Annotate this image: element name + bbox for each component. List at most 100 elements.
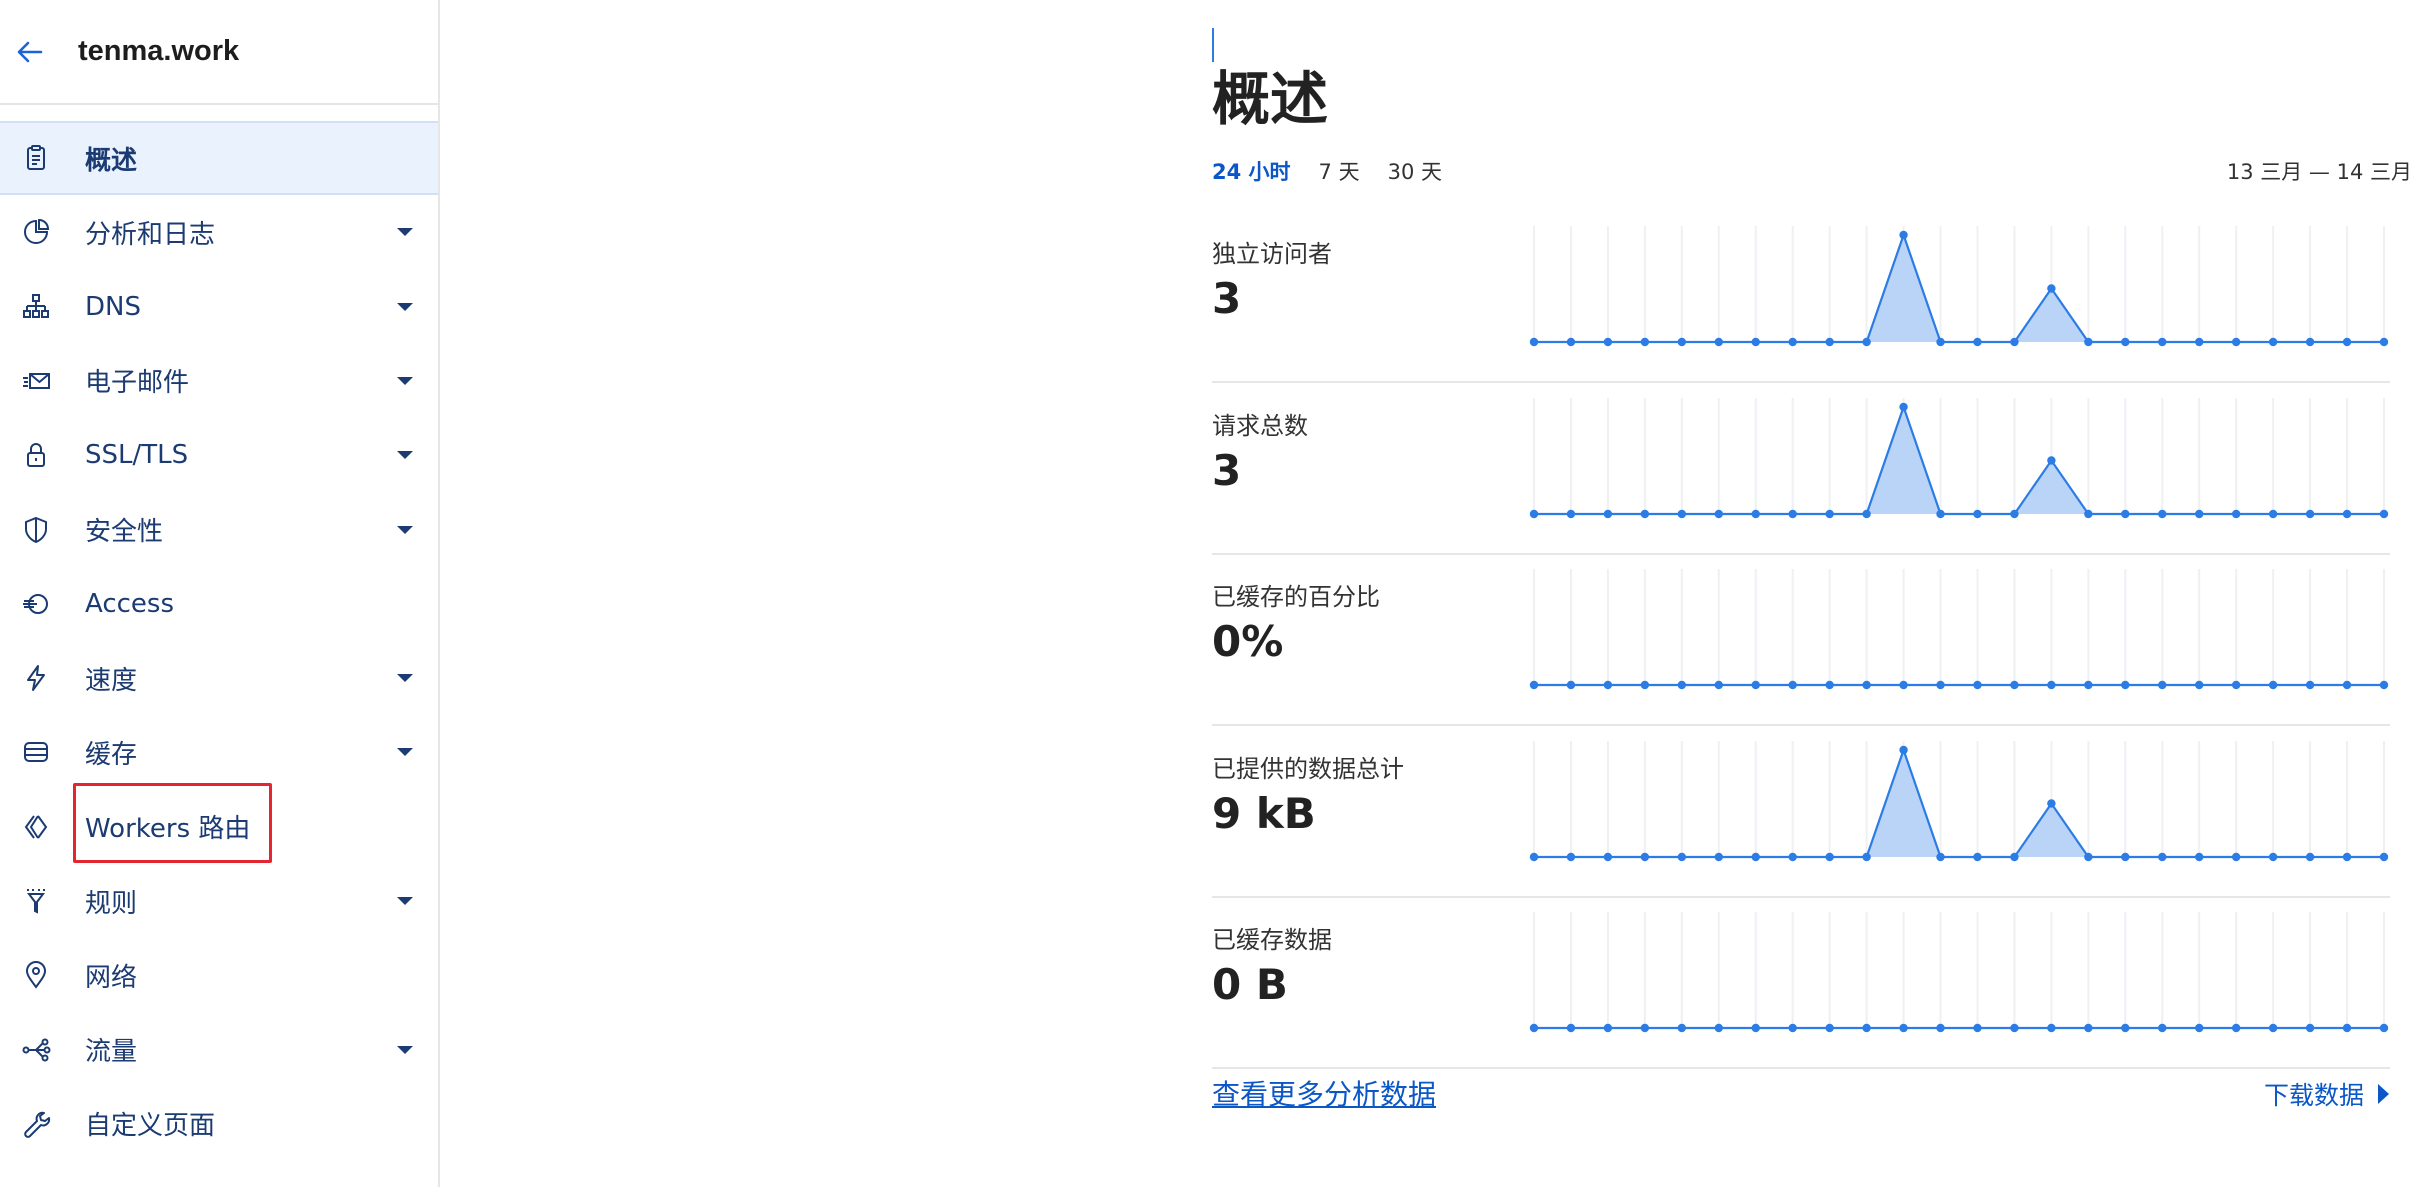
chart-point xyxy=(1788,337,1797,347)
chart-point xyxy=(2342,1023,2352,1033)
chart-point xyxy=(1603,509,1613,518)
chevron-down-icon[interactable] xyxy=(397,674,413,683)
chart-point xyxy=(1862,1023,1871,1033)
back-button[interactable] xyxy=(12,34,48,70)
chevron-down-icon[interactable] xyxy=(397,1045,413,1054)
chart-point xyxy=(1566,509,1576,518)
metric-row: 独立访问者 3 xyxy=(1212,212,2390,383)
range-tab-24h[interactable]: 24 小时 xyxy=(1212,156,1291,186)
sidebar-item-13[interactable]: 自定义页面 xyxy=(0,1087,438,1161)
chart-point xyxy=(2268,852,2278,861)
chart-point xyxy=(2268,337,2278,347)
chart-point xyxy=(2379,680,2389,690)
domain-title: tenma.work xyxy=(78,35,240,67)
chart-point xyxy=(2195,680,2204,690)
chart-point xyxy=(2158,509,2167,518)
chart-point xyxy=(1529,337,1539,347)
chart-point xyxy=(2158,1023,2167,1033)
chart-point xyxy=(2010,337,2019,347)
sidebar-item-0[interactable]: 概述 xyxy=(0,121,438,195)
chart-point xyxy=(1825,509,1834,518)
sidebar-item-3[interactable]: 电子邮件 xyxy=(0,344,438,418)
sidebar-item-1[interactable]: 分析和日志 xyxy=(0,195,438,269)
chart-point xyxy=(2047,284,2056,293)
metric-label: 已提供的数据总计 xyxy=(1212,754,1404,783)
chart-point xyxy=(1862,680,1871,690)
chevron-down-icon[interactable] xyxy=(397,897,413,905)
sidebar-item-6[interactable]: Access xyxy=(0,567,438,641)
chart-point xyxy=(1862,337,1871,347)
chart-point xyxy=(1566,337,1576,347)
view-more-analytics-link[interactable]: 查看更多分析数据 xyxy=(1212,1073,1436,1113)
chevron-down-icon[interactable] xyxy=(397,451,413,460)
chart-point xyxy=(2305,852,2315,861)
chart-point xyxy=(2084,337,2093,347)
chart-point xyxy=(1529,1023,1539,1033)
overview-panel: 概述 24 小时 7 天 30 天 13 三月 — 14 三月 独立访问者 3 请求… xyxy=(1212,0,2415,1187)
chevron-down-icon[interactable] xyxy=(397,525,413,534)
chart-point xyxy=(2084,852,2093,861)
sidebar-item-7[interactable]: 速度 xyxy=(0,641,438,715)
chart-point xyxy=(2379,852,2389,861)
chart-point xyxy=(2195,509,2204,518)
chart-point xyxy=(1714,1023,1723,1033)
sidebar-item-10[interactable]: 规则 xyxy=(0,864,438,938)
chart-point xyxy=(1603,1023,1613,1033)
sidebar-item-label: 缓存 xyxy=(85,739,138,770)
chart-point xyxy=(1751,509,1760,518)
chart-area xyxy=(1534,235,2384,342)
chart-point xyxy=(2158,680,2167,690)
chart-point xyxy=(1788,1023,1797,1033)
chart-point xyxy=(2121,1023,2130,1033)
sidebar-item-11[interactable]: 网络 xyxy=(0,938,438,1012)
chart-point xyxy=(2268,509,2278,518)
metric-sparkline xyxy=(1529,226,2389,347)
sidebar-item-label: 网络 xyxy=(85,962,138,993)
chart-point xyxy=(2158,852,2167,861)
metric-label: 已缓存数据 xyxy=(1212,926,1332,954)
chart-point xyxy=(1714,509,1723,518)
chart-point xyxy=(1677,852,1687,861)
chart-point xyxy=(1640,680,1650,690)
chart-point xyxy=(2342,337,2352,347)
chart-point xyxy=(1973,680,1982,690)
chart-point xyxy=(2121,337,2130,347)
chevron-down-icon[interactable] xyxy=(397,376,413,385)
chart-point xyxy=(1825,1023,1834,1033)
chevron-down-icon[interactable] xyxy=(397,302,413,311)
chart-point xyxy=(1640,509,1650,518)
sidebar-item-5[interactable]: 安全性 xyxy=(0,493,438,567)
chevron-down-icon[interactable] xyxy=(397,748,413,757)
range-tab-7d[interactable]: 7 天 xyxy=(1319,156,1360,186)
chart-line xyxy=(1534,746,2384,858)
chart-point xyxy=(1899,745,1908,754)
chart-point xyxy=(2268,680,2278,690)
chart-point xyxy=(2231,1023,2241,1033)
sidebar-item-8[interactable]: 缓存 xyxy=(0,715,438,789)
chart-point xyxy=(2268,1023,2278,1033)
chart-point xyxy=(1862,509,1871,518)
sidebar-item-12[interactable]: 流量 xyxy=(0,1013,438,1087)
metric-value: 9 kB xyxy=(1212,788,1316,838)
chart-point xyxy=(2195,337,2204,347)
sidebar-item-label: 自定义页面 xyxy=(85,1111,216,1142)
page-title: 概述 xyxy=(1212,65,1329,133)
metric-row: 已缓存数据 0 B xyxy=(1212,898,2390,1069)
chart-point xyxy=(2379,337,2389,347)
chart-point xyxy=(2084,509,2093,518)
chart-point xyxy=(2121,509,2130,518)
sidebar-item-9[interactable]: Workers 路由 xyxy=(0,790,438,864)
chart-point xyxy=(2231,852,2241,861)
download-data-button[interactable]: 下载数据 xyxy=(2264,1076,2389,1112)
chart-point xyxy=(2379,1023,2389,1033)
sidebar-item-label: 安全性 xyxy=(85,517,164,547)
traffic-icon xyxy=(20,1034,52,1066)
range-tab-30d[interactable]: 30 天 xyxy=(1388,156,1442,186)
sidebar-item-label: A xyxy=(85,1183,103,1187)
sidebar-item-2[interactable]: DNS xyxy=(0,270,438,344)
chevron-down-icon[interactable] xyxy=(397,228,413,237)
sidebar-item-14[interactable]: A xyxy=(0,1161,438,1187)
sidebar-item-4[interactable]: SSL/TLS xyxy=(0,418,438,492)
chart-point xyxy=(2047,455,2056,465)
chart-point xyxy=(1603,680,1613,690)
